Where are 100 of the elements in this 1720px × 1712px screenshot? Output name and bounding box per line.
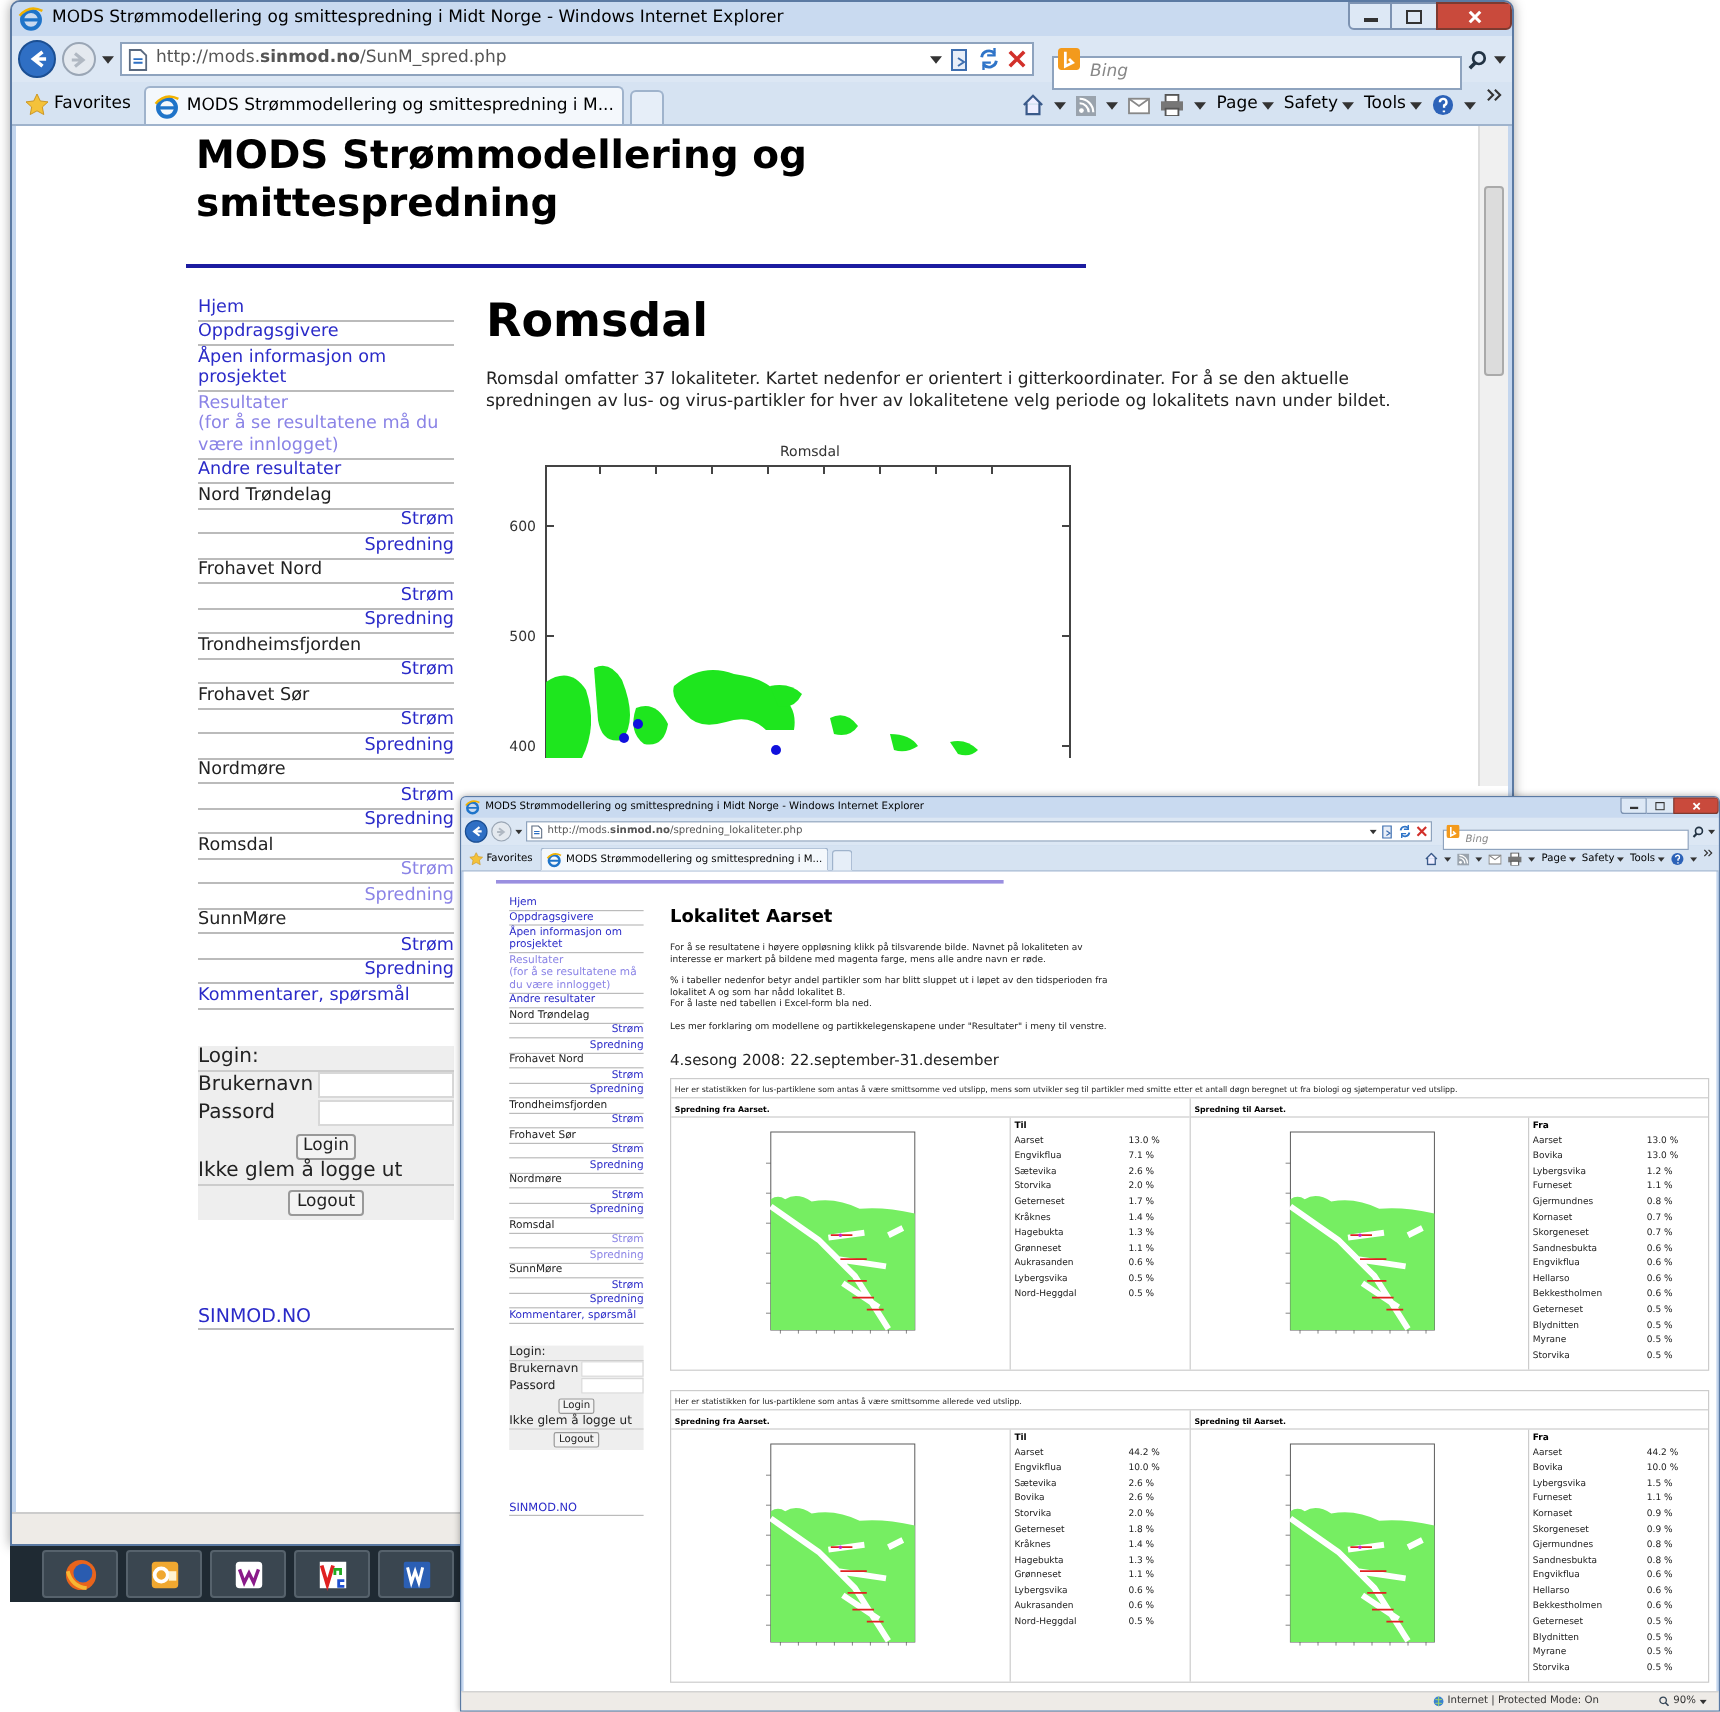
feed-icon[interactable] [1457,853,1470,865]
field-label: Brukernavn [198,1071,314,1097]
caret-icon[interactable] [1369,829,1377,834]
caret-icon [1699,1699,1707,1704]
nav-heading: Nord Trøndelag [198,485,332,506]
taskbar-button[interactable] [42,1550,118,1598]
nav-link[interactable]: Spredning [364,610,454,631]
search-field[interactable]: Bing [1052,55,1462,89]
nav-link[interactable]: Strøm [400,710,454,731]
nav-link[interactable]: Strøm [400,935,454,956]
globe-icon [1433,1696,1444,1707]
logout-button[interactable]: Logout [288,1189,364,1215]
app-icon [63,1557,97,1591]
refresh-icon[interactable] [1398,824,1412,838]
caret-icon [1616,856,1625,862]
toolbar-menu-button[interactable]: Page [1216,92,1274,118]
address-field[interactable]: http://mods.sinmod.no/SunM_spred.php [120,42,1034,76]
help-icon[interactable] [1670,852,1684,866]
app-icon [315,1557,349,1591]
refresh-icon[interactable] [978,48,1000,70]
app-icon [147,1557,181,1591]
nav-link[interactable]: Strøm [400,510,454,531]
input-field[interactable] [317,1099,454,1125]
close-icon [1467,9,1481,23]
intro-paragraph: Romsdal omfatter 37 lokaliteter. Kartet nedenfor er orientert i gitterkoordinater. For å se den aktuelle spredningen av lus- og virus-partikler for hver av lokalitetene velg periode og lokalitets navn under bildet. [486,370,1393,414]
nav-link[interactable]: Hjem [198,297,245,318]
caret-icon[interactable] [1528,856,1536,862]
page-icon [128,47,148,71]
caret-icon[interactable] [1194,101,1207,109]
stop-icon[interactable] [1008,50,1026,68]
feed-icon[interactable] [1076,95,1097,115]
nav-link[interactable]: Spredning [364,535,454,556]
search-provider-icon [1058,48,1080,70]
caret-icon [1261,101,1274,109]
caret-icon[interactable] [1475,856,1483,862]
nav-link[interactable]: Kommentarer, spørsmål [198,985,410,1006]
toolbar-menu-button[interactable]: Tools [1364,92,1422,118]
scrollbar-thumb[interactable] [1484,186,1504,376]
back-button[interactable] [18,40,56,78]
nav-link[interactable]: Åpen informasjon om prosjektet [198,347,454,389]
nav-link[interactable]: Spredning [364,810,454,831]
back-button[interactable] [464,820,488,843]
minimize-button[interactable] [1620,797,1647,814]
input-field[interactable] [580,1377,644,1393]
minimize-icon [1629,802,1638,809]
help-icon[interactable] [1432,94,1454,116]
caret-icon[interactable] [1690,856,1698,862]
favorites-button[interactable]: Favorites [18,86,139,124]
caret-icon [1410,101,1422,109]
taskbar-button[interactable] [378,1550,454,1598]
home-icon[interactable] [1022,94,1045,116]
nav-link[interactable]: Strøm [400,585,454,606]
caret-icon[interactable] [1054,101,1067,109]
search-button[interactable] [1468,49,1488,69]
nav-link[interactable]: Spredning [364,960,454,981]
zoom-icon [1658,1696,1670,1707]
stop-icon[interactable] [1416,826,1428,837]
login-button[interactable]: Login [295,1133,357,1159]
nav-heading: Trondheimsfjorden [198,635,362,656]
back-arrow-icon [27,50,47,68]
taskbar-button[interactable] [126,1550,202,1598]
input-field[interactable] [317,1071,454,1097]
compatibility-icon[interactable] [950,47,970,71]
nav-heading: Nordmøre [198,760,286,781]
scrollbar[interactable] [1478,126,1508,786]
compatibility-icon[interactable] [1381,824,1394,839]
page-heading: Lokalitet Aarset [670,905,835,927]
caret-icon[interactable] [1444,856,1452,862]
nav-link[interactable]: Spredning [364,735,454,756]
maximize-button[interactable] [1646,797,1674,814]
footer-link[interactable]: SINMOD.NO [198,1305,312,1327]
caret-icon[interactable] [930,55,942,63]
page-icon [530,824,543,839]
print-icon[interactable] [1507,852,1523,866]
minimize-button[interactable] [1348,2,1392,30]
nav-link[interactable]: Strøm [400,660,454,681]
close-button[interactable] [1436,2,1512,30]
taskbar-button[interactable] [210,1550,286,1598]
nav-link[interactable]: Andre resultater [198,460,342,481]
print-icon[interactable] [1160,94,1185,116]
close-button[interactable] [1673,797,1719,814]
caret-icon[interactable] [1708,829,1716,834]
caret-icon [1657,856,1665,862]
window-title: MODS Strømmodellering og smittespredning i Midt Norge - Windows Internet Explorer [52,6,784,32]
home-icon[interactable] [1425,852,1439,866]
mail-icon[interactable] [1488,853,1502,865]
caret-icon[interactable] [102,55,114,63]
nav-link[interactable]: Strøm [400,785,454,806]
nav-link[interactable]: Oppdragsgivere [198,322,339,343]
caret-icon[interactable] [515,829,523,834]
browser-tab[interactable]: MODS Strømmodellering og smittespredning i M... [144,86,624,124]
caret-icon[interactable] [1494,55,1506,63]
double-chevron-icon[interactable] [1486,88,1502,102]
toolbar-menu-button[interactable]: Safety [1283,92,1355,118]
mail-icon[interactable] [1128,95,1151,115]
search-button[interactable] [1692,825,1705,838]
maximize-button[interactable] [1392,2,1436,30]
taskbar-button[interactable] [294,1550,370,1598]
caret-icon[interactable] [1464,101,1476,109]
caret-icon[interactable] [1106,101,1119,109]
